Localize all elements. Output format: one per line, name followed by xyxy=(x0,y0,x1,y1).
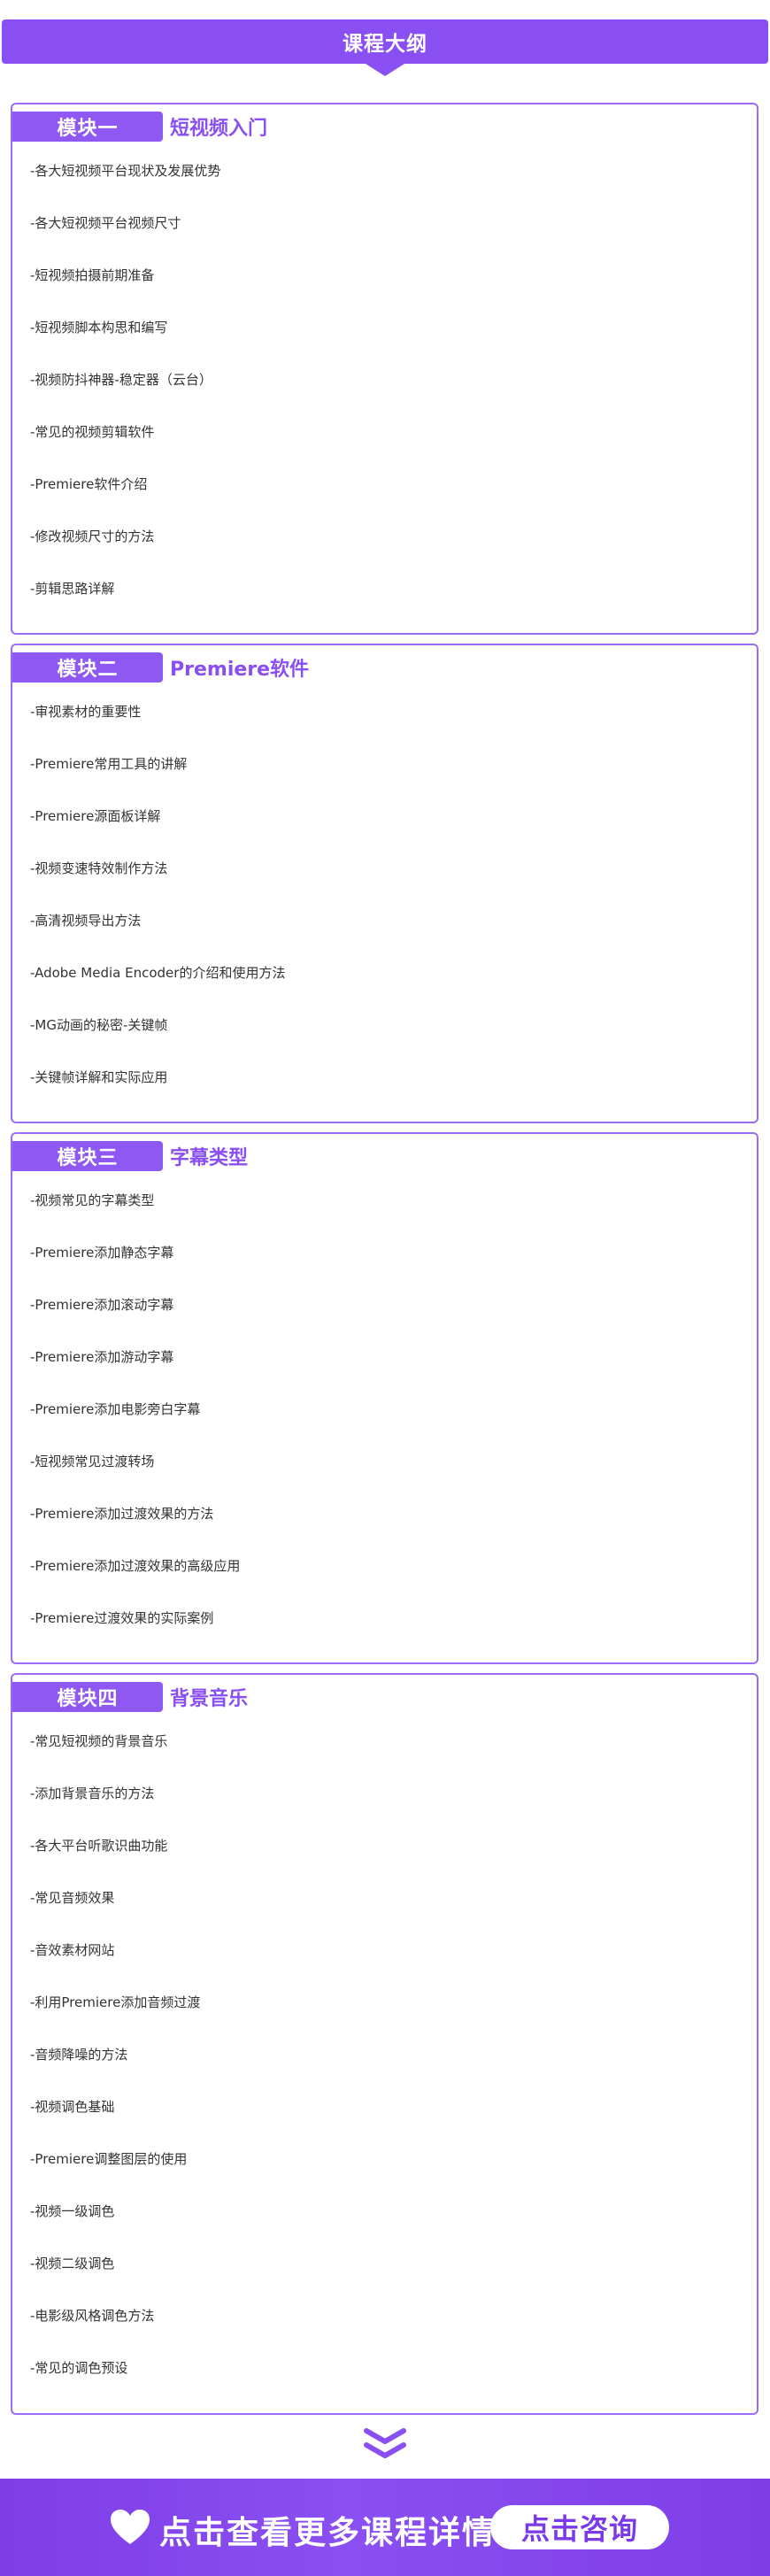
module-heading: 模块三 字幕类型 xyxy=(12,1141,248,1171)
double-chevron-down-icon[interactable] xyxy=(363,2426,407,2461)
list-item: -视频调色基础 xyxy=(30,2099,115,2115)
module-tag: 模块三 xyxy=(12,1141,163,1171)
heart-icon xyxy=(111,2510,150,2544)
cta-banner[interactable]: 点击查看更多课程详情 点击咨询 xyxy=(0,2479,770,2576)
module-2: 模块二 Premiere软件 -审视素材的重要性 -Premiere常用工具的讲… xyxy=(11,644,758,1123)
list-item: -常见短视频的背景音乐 xyxy=(30,1733,168,1749)
list-item: -审视素材的重要性 xyxy=(30,704,142,720)
section-title: 课程大纲 xyxy=(343,33,427,56)
module-name: 背景音乐 xyxy=(170,1688,249,1710)
module-3: 模块三 字幕类型 -视频常见的字幕类型 -Premiere添加静态字幕 -Pre… xyxy=(11,1132,758,1664)
module-items: -常见短视频的背景音乐 -添加背景音乐的方法 -各大平台听歌识曲功能 -常见音频… xyxy=(30,1731,748,2410)
cta-text[interactable]: 点击查看更多课程详情 xyxy=(159,2507,496,2553)
list-item: -Premiere调整图层的使用 xyxy=(30,2151,188,2167)
list-item: -视频防抖神器-稳定器（云台） xyxy=(30,372,212,388)
list-item: -各大平台听歌识曲功能 xyxy=(30,1838,168,1854)
module-tag: 模块二 xyxy=(12,652,163,683)
list-item: -Premiere添加过渡效果的高级应用 xyxy=(30,1558,241,1574)
module-items: -各大短视频平台现状及发展优势 -各大短视频平台视频尺寸 -短视频拍摄前期准备 … xyxy=(30,161,748,631)
list-item: -短视频常见过渡转场 xyxy=(30,1454,155,1469)
module-1: 模块一 短视频入门 -各大短视频平台现状及发展优势 -各大短视频平台视频尺寸 -… xyxy=(11,103,758,635)
list-item: -视频变速特效制作方法 xyxy=(30,860,168,876)
list-item: -Adobe Media Encoder的介绍和使用方法 xyxy=(30,965,286,981)
section-header: 课程大纲 xyxy=(2,19,768,76)
module-heading: 模块一 短视频入门 xyxy=(12,112,267,142)
module-heading: 模块四 背景音乐 xyxy=(12,1682,248,1712)
list-item: -修改视频尺寸的方法 xyxy=(30,528,155,544)
list-item: -Premiere常用工具的讲解 xyxy=(30,756,188,772)
list-item: -关键帧详解和实际应用 xyxy=(30,1069,168,1085)
list-item: -MG动画的秘密-关键帧 xyxy=(30,1017,168,1033)
list-item: -短视频脚本构思和编写 xyxy=(30,320,168,335)
module-items: -审视素材的重要性 -Premiere常用工具的讲解 -Premiere源面板详… xyxy=(30,702,748,1120)
list-item: -Premiere添加过渡效果的方法 xyxy=(30,1506,214,1522)
list-item: -各大短视频平台视频尺寸 xyxy=(30,215,181,231)
list-item: -短视频拍摄前期准备 xyxy=(30,267,155,283)
list-item: -Premiere软件介绍 xyxy=(30,476,148,492)
list-item: -高清视频导出方法 xyxy=(30,913,142,929)
list-item: -Premiere过渡效果的实际案例 xyxy=(30,1610,214,1626)
list-item: -Premiere源面板详解 xyxy=(30,808,161,824)
module-4: 模块四 背景音乐 -常见短视频的背景音乐 -添加背景音乐的方法 -各大平台听歌识… xyxy=(11,1673,758,2415)
list-item: -Premiere添加静态字幕 xyxy=(30,1245,174,1261)
header-notch xyxy=(366,64,404,76)
list-item: -视频二级调色 xyxy=(30,2256,115,2271)
module-name: 短视频入门 xyxy=(170,118,268,140)
list-item: -Premiere添加电影旁白字幕 xyxy=(30,1401,201,1417)
module-tag: 模块一 xyxy=(12,112,163,142)
list-item: -音频降噪的方法 xyxy=(30,2047,128,2063)
module-name: 字幕类型 xyxy=(170,1147,249,1169)
list-item: -音效素材网站 xyxy=(30,1942,115,1958)
list-item: -剪辑思路详解 xyxy=(30,581,115,597)
list-item: -各大短视频平台现状及发展优势 xyxy=(30,163,221,179)
list-item: -Premiere添加游动字幕 xyxy=(30,1349,174,1365)
list-item: -常见音频效果 xyxy=(30,1890,115,1906)
list-item: -添加背景音乐的方法 xyxy=(30,1785,155,1801)
list-item: -视频一级调色 xyxy=(30,2203,115,2219)
consult-button[interactable]: 点击咨询 xyxy=(490,2505,669,2549)
list-item: -电影级风格调色方法 xyxy=(30,2308,155,2324)
module-items: -视频常见的字幕类型 -Premiere添加静态字幕 -Premiere添加滚动… xyxy=(30,1191,748,1661)
list-item: -常见的视频剪辑软件 xyxy=(30,424,155,440)
module-heading: 模块二 Premiere软件 xyxy=(12,652,309,683)
list-item: -常见的调色预设 xyxy=(30,2360,128,2376)
list-item: -视频常见的字幕类型 xyxy=(30,1192,155,1208)
list-item: -Premiere添加滚动字幕 xyxy=(30,1297,174,1313)
list-item: -利用Premiere添加音频过渡 xyxy=(30,1994,201,2010)
module-name: Premiere软件 xyxy=(170,659,310,681)
module-tag: 模块四 xyxy=(12,1682,163,1712)
